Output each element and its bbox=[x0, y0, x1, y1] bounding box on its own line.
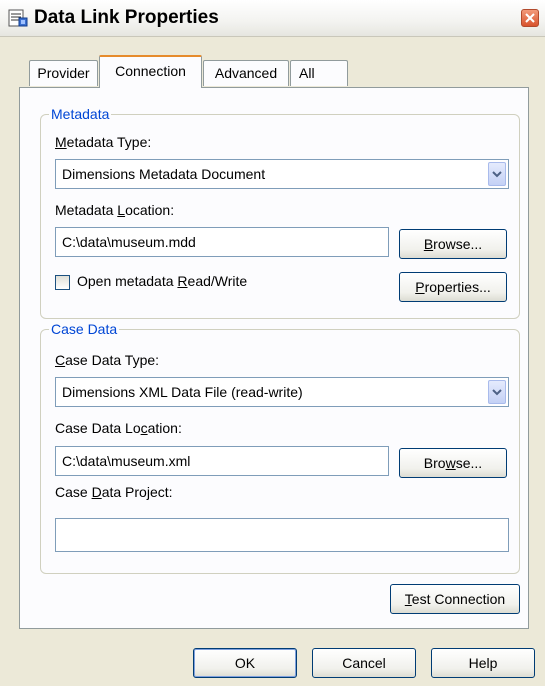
tab-provider[interactable]: Provider bbox=[29, 60, 98, 86]
tab-connection[interactable]: Connection bbox=[99, 55, 202, 88]
window-title: Data Link Properties bbox=[34, 7, 219, 28]
metadata-location-value: C:\data\museum.mdd bbox=[62, 234, 196, 250]
case-data-group-label: Case Data bbox=[49, 321, 120, 337]
metadata-properties-button[interactable]: Properties... bbox=[399, 272, 507, 302]
connection-panel: Metadata Metadata Type: Dimensions Metad… bbox=[19, 87, 529, 629]
data-link-properties-dialog: Data Link Properties Provider Connection… bbox=[0, 0, 545, 686]
case-data-project-input[interactable] bbox=[55, 518, 509, 552]
case-data-project-label: Case Data Project: bbox=[55, 484, 173, 500]
case-data-type-value: Dimensions XML Data File (read-write) bbox=[62, 384, 303, 400]
help-label: Help bbox=[468, 655, 498, 671]
metadata-group: Metadata Metadata Type: Dimensions Metad… bbox=[40, 106, 520, 319]
ok-label: OK bbox=[234, 655, 256, 671]
metadata-browse-button[interactable]: Browse... bbox=[399, 229, 507, 259]
metadata-type-value: Dimensions Metadata Document bbox=[62, 166, 266, 182]
title-bar: Data Link Properties bbox=[0, 0, 545, 37]
ok-button[interactable]: OK bbox=[193, 648, 297, 678]
test-connection-button[interactable]: Test Connection bbox=[390, 584, 520, 614]
tab-label: Provider bbox=[37, 65, 90, 81]
case-data-browse-button[interactable]: Browse... bbox=[399, 448, 507, 478]
tab-label: Connection bbox=[115, 63, 186, 79]
metadata-group-label: Metadata bbox=[49, 106, 112, 122]
metadata-location-input[interactable]: C:\data\museum.mdd bbox=[55, 227, 389, 257]
case-data-type-label: Case Data Type: bbox=[55, 352, 160, 368]
tab-label: All bbox=[299, 65, 315, 81]
tab-advanced[interactable]: Advanced bbox=[203, 60, 289, 86]
close-button[interactable] bbox=[521, 9, 539, 27]
data-link-icon bbox=[8, 8, 28, 28]
case-data-type-select[interactable]: Dimensions XML Data File (read-write) bbox=[55, 377, 509, 407]
case-data-location-label: Case Data Location: bbox=[55, 420, 182, 436]
help-button[interactable]: Help bbox=[431, 648, 535, 678]
cancel-label: Cancel bbox=[342, 655, 386, 671]
close-icon bbox=[525, 13, 535, 23]
metadata-type-select[interactable]: Dimensions Metadata Document bbox=[55, 159, 509, 189]
cancel-button[interactable]: Cancel bbox=[312, 648, 416, 678]
chevron-down-icon[interactable] bbox=[488, 380, 506, 404]
tab-all[interactable]: All bbox=[290, 60, 348, 86]
case-data-group: Case Data Case Data Type: Dimensions XML… bbox=[40, 321, 520, 574]
open-metadata-readwrite-checkbox[interactable] bbox=[55, 275, 70, 290]
metadata-location-label: Metadata Location: bbox=[55, 202, 175, 218]
metadata-type-label: Metadata Type: bbox=[55, 134, 152, 150]
case-data-location-input[interactable]: C:\data\museum.xml bbox=[55, 446, 389, 476]
chevron-down-icon[interactable] bbox=[488, 162, 506, 186]
tab-label: Advanced bbox=[214, 65, 278, 81]
case-data-location-value: C:\data\museum.xml bbox=[62, 453, 191, 469]
open-metadata-readwrite-label[interactable]: Open metadata Read/Write bbox=[77, 273, 247, 289]
